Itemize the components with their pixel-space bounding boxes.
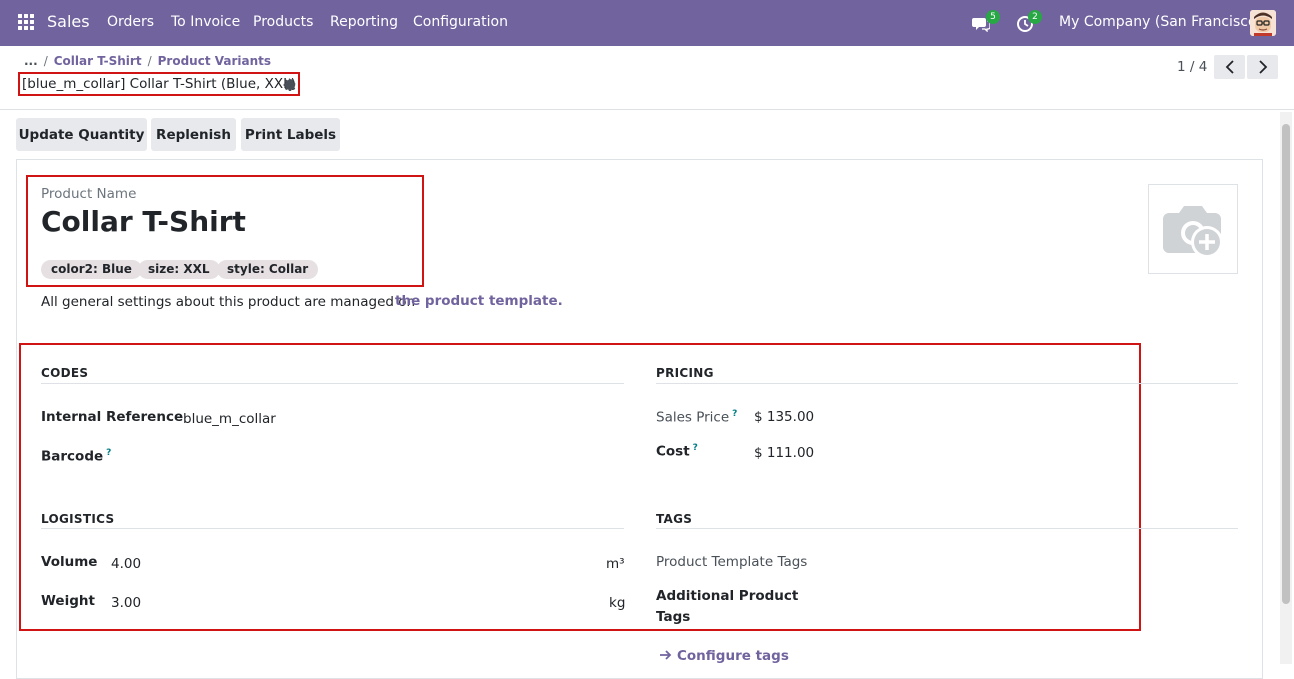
user-avatar-icon[interactable]: [1250, 10, 1276, 36]
product-template-tags-label: Product Template Tags: [656, 554, 808, 570]
messages-button[interactable]: 5: [970, 10, 1000, 34]
menu-orders[interactable]: Orders: [107, 14, 154, 30]
logistics-heading: LOGISTICS: [41, 512, 115, 526]
additional-tags-label-line2: Tags: [656, 609, 691, 625]
replenish-button[interactable]: Replenish: [151, 118, 236, 151]
company-switcher[interactable]: My Company (San Francisco): [1059, 14, 1262, 30]
product-name-label: Product Name: [41, 186, 137, 202]
pager-previous-button[interactable]: [1214, 55, 1245, 79]
additional-tags-label-line1: Additional Product: [656, 588, 799, 604]
pager-value[interactable]: 1 / 4: [1177, 59, 1207, 75]
scrollbar-thumb[interactable]: [1282, 124, 1290, 604]
volume-label: Volume: [41, 554, 98, 570]
attribute-tag-style[interactable]: style: Collar: [217, 260, 319, 279]
camera-add-icon: [1163, 206, 1223, 258]
product-image-upload[interactable]: [1148, 184, 1238, 274]
update-quantity-button[interactable]: Update Quantity: [16, 118, 147, 151]
activities-button[interactable]: 2: [1014, 10, 1044, 34]
barcode-label: Barcode?: [41, 448, 111, 465]
barcode-label-text: Barcode: [41, 448, 104, 465]
top-navbar: Sales Orders To Invoice Products Reporti…: [0, 0, 1294, 46]
attribute-tag-color[interactable]: color2: Blue: [41, 260, 142, 279]
sales-price-label: Sales Price?: [656, 409, 737, 426]
print-labels-button[interactable]: Print Labels: [241, 118, 340, 151]
cost-field[interactable]: $ 111.00: [754, 445, 814, 461]
messages-badge: 5: [986, 10, 1000, 24]
weight-field[interactable]: 3.00: [111, 595, 141, 611]
breadcrumb: ... / Collar T-Shirt / Product Variants: [24, 54, 271, 68]
menu-products[interactable]: Products: [253, 14, 313, 30]
arrow-right-icon: [660, 650, 672, 660]
gear-icon[interactable]: [283, 77, 297, 91]
breadcrumb-separator: /: [43, 54, 48, 68]
pricing-divider: [656, 383, 1238, 384]
apps-grid-icon[interactable]: [18, 14, 35, 31]
highlight-details: [19, 343, 1141, 631]
cost-help-icon[interactable]: ?: [693, 443, 698, 453]
template-info-text: All general settings about this product …: [41, 294, 416, 310]
logistics-divider: [41, 528, 624, 529]
product-template-link[interactable]: the product template.: [395, 293, 563, 309]
breadcrumb-separator: /: [147, 54, 152, 68]
breadcrumb-collar-tshirt[interactable]: Collar T-Shirt: [54, 54, 142, 68]
internal-reference-field[interactable]: blue_m_collar: [183, 411, 276, 427]
cost-label: Cost?: [656, 443, 698, 460]
internal-reference-label: Internal Reference: [41, 409, 184, 425]
breadcrumb-product-variants[interactable]: Product Variants: [158, 54, 271, 68]
breadcrumb-ellipsis[interactable]: ...: [24, 54, 38, 68]
menu-reporting[interactable]: Reporting: [330, 14, 398, 30]
codes-divider: [41, 383, 624, 384]
volume-unit: m³: [606, 556, 625, 572]
sales-price-help-icon[interactable]: ?: [732, 409, 737, 419]
control-panel-divider: [0, 109, 1294, 110]
product-name[interactable]: Collar T-Shirt: [41, 205, 246, 238]
menu-configuration[interactable]: Configuration: [413, 14, 508, 30]
volume-field[interactable]: 4.00: [111, 556, 141, 572]
chevron-left-icon: [1225, 60, 1234, 74]
barcode-help-icon[interactable]: ?: [106, 448, 111, 458]
chevron-right-icon: [1258, 60, 1267, 74]
tags-divider: [656, 528, 1238, 529]
sales-price-value: $ 135.00: [754, 409, 815, 425]
attribute-tag-size[interactable]: size: XXL: [138, 260, 220, 279]
record-title: [blue_m_collar] Collar T-Shirt (Blue, XX…: [18, 72, 300, 96]
weight-unit: kg: [609, 595, 626, 611]
cost-label-text: Cost: [656, 443, 690, 460]
sales-price-label-text: Sales Price: [656, 409, 730, 426]
tags-heading: TAGS: [656, 512, 693, 526]
menu-to-invoice[interactable]: To Invoice: [171, 14, 240, 30]
codes-heading: CODES: [41, 366, 89, 380]
app-brand[interactable]: Sales: [47, 12, 90, 31]
weight-label: Weight: [41, 593, 95, 609]
pager-next-button[interactable]: [1247, 55, 1278, 79]
activities-badge: 2: [1028, 10, 1042, 24]
configure-tags-label: Configure tags: [677, 648, 789, 664]
configure-tags-link[interactable]: Configure tags: [660, 648, 789, 664]
pricing-heading: PRICING: [656, 366, 714, 380]
